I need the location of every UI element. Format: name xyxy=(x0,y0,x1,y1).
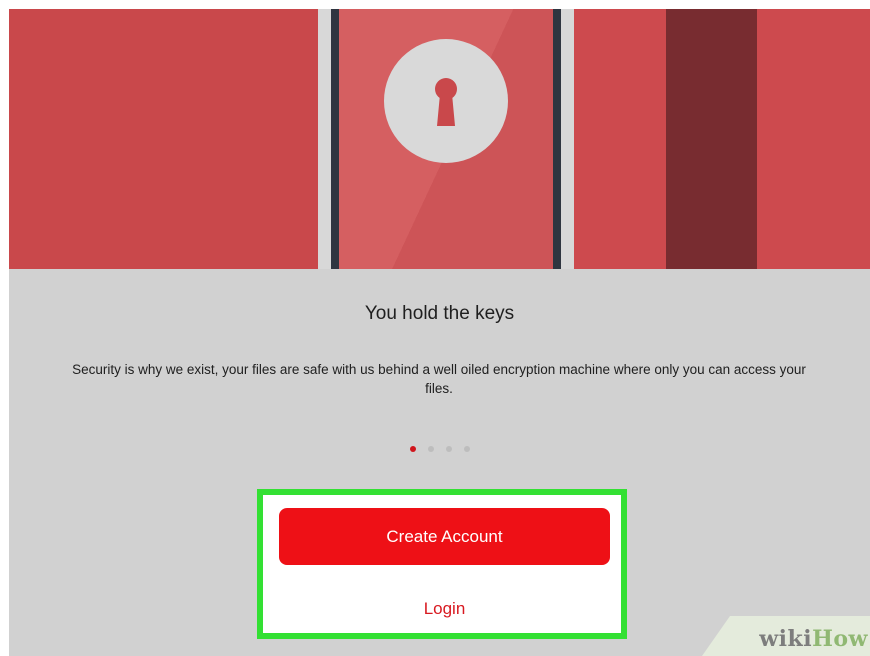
page-dot[interactable] xyxy=(463,446,470,452)
hero-illustration xyxy=(9,9,870,269)
page-dot[interactable] xyxy=(445,446,452,452)
onboarding-description: Security is why we exist, your files are… xyxy=(72,362,806,396)
watermark-logo: wikiHow xyxy=(759,626,868,652)
phone-screen xyxy=(339,9,553,269)
hero-divider-left xyxy=(318,9,331,269)
watermark-wiki: wiki xyxy=(759,626,813,652)
page-dot-active[interactable] xyxy=(409,446,416,452)
watermark-badge: wikiHow xyxy=(702,616,870,656)
onboarding-title: You hold the keys xyxy=(364,303,515,324)
hero-panel-left xyxy=(9,9,318,269)
hero-dark-stripe xyxy=(666,9,757,269)
keyhole-lock-icon xyxy=(435,78,457,126)
page-indicator[interactable] xyxy=(9,446,870,452)
phone-frame-left-edge xyxy=(331,9,339,269)
app-screen: You hold the keys Security is why we exi… xyxy=(9,9,870,656)
watermark-how: How xyxy=(812,626,868,652)
create-account-button[interactable]: Create Account xyxy=(279,508,610,565)
lock-badge xyxy=(384,39,508,163)
hero-divider-right xyxy=(561,9,574,269)
page-dot[interactable] xyxy=(427,446,434,452)
login-button[interactable]: Login xyxy=(279,599,610,619)
phone-frame-right-edge xyxy=(553,9,561,269)
